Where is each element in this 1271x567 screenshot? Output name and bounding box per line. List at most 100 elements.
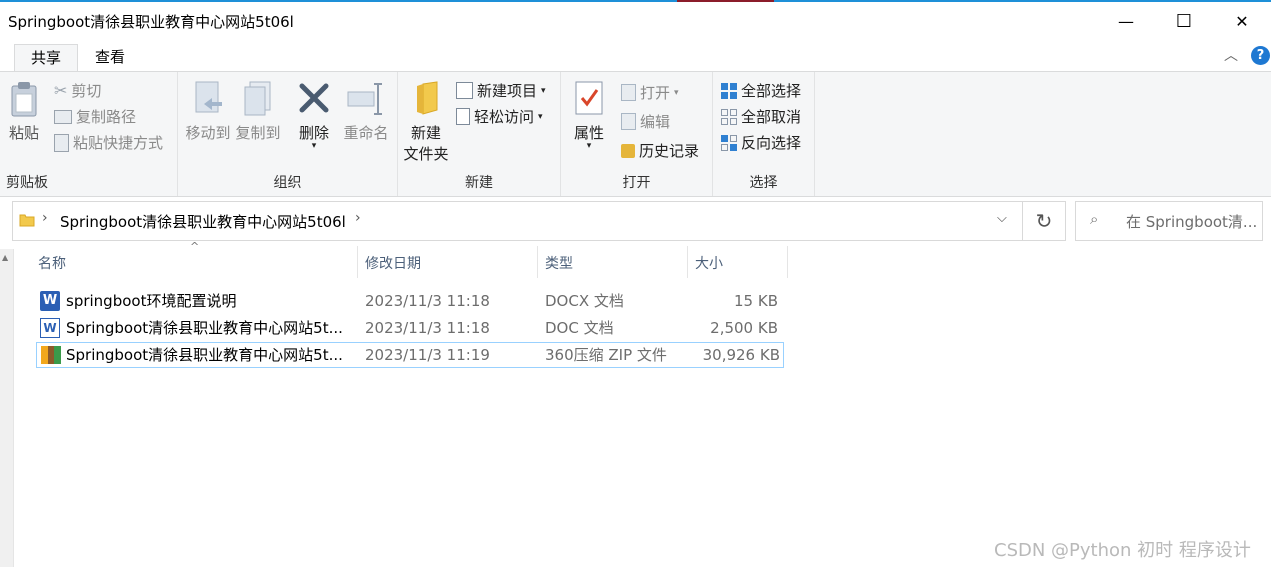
delete-button[interactable]: 删除 ▾ [292,80,336,151]
close-button[interactable]: ✕ [1219,6,1265,36]
easy-access-icon [456,108,470,125]
rename-button[interactable]: 重命名 [338,80,394,143]
edit-icon [621,113,636,130]
column-divider[interactable] [787,246,788,278]
ribbon-tabs: 共享 查看 ︿ ? [0,40,1271,72]
easy-access-label: 轻松访问 [474,108,535,126]
delete-x-icon [299,83,329,113]
copy-to-label: 复制到 [235,124,281,142]
copy-path-button[interactable]: 复制路径 [54,106,136,127]
select-all-label: 全部选择 [741,82,802,100]
window-top-border-right [774,0,1271,2]
move-to-button[interactable]: 移动到 [184,80,232,143]
paste-label: 粘贴 [8,124,39,142]
column-header-size[interactable]: 大小 [695,250,723,278]
organize-group-label: 组织 [273,175,302,191]
group-new: 新建 文件夹 新建项目 ▾ 轻松访问 ▾ 新建 [398,72,561,196]
copy-to-icon [244,81,271,116]
properties-dropdown-icon[interactable]: ▾ [569,142,609,151]
file-type: DOCX 文档 [545,292,624,310]
delete-dropdown-icon[interactable]: ▾ [292,142,336,151]
group-organize: 移动到 复制到 删除 ▾ 重命名 组织 [178,72,398,196]
sort-ascending-icon: ^ [190,240,200,253]
open-group-label: 打开 [622,175,651,191]
delete-label: 删除 [298,124,329,142]
watermark: CSDN @Python 初时 程序设计 [994,540,1251,561]
column-divider[interactable] [537,246,538,278]
file-modified: 2023/11/3 11:18 [365,292,490,310]
properties-button[interactable]: 属性 ▾ [569,80,609,151]
address-history-dropdown-icon[interactable]: ⌵ [997,211,1007,226]
paste-button[interactable]: 粘贴 [6,80,42,143]
title-bar: Springboot清徐县职业教育中心网站5t06l — ☐ ✕ [0,0,1271,40]
edit-button[interactable]: 编辑 [621,111,670,132]
copy-path-label: 复制路径 [76,108,137,126]
scroll-up-icon[interactable]: ▲ [2,253,8,262]
group-open: 属性 ▾ 打开 ▾ 编辑 历史记录 打开 [561,72,713,196]
column-header-modified[interactable]: 修改日期 [365,250,421,278]
paste-shortcut-label: 粘贴快捷方式 [73,134,164,152]
breadcrumb-chevron-icon[interactable]: › [42,210,48,226]
move-to-label: 移动到 [185,124,231,142]
file-row-selected[interactable]: Springboot清徐县职业教育中心网站5t... 2023/11/3 11:… [36,342,784,368]
minimize-button[interactable]: — [1103,6,1149,36]
select-none-icon [721,108,737,125]
file-row[interactable]: W springboot环境配置说明 2023/11/3 11:18 DOCX … [36,289,782,313]
select-none-label: 全部取消 [741,108,802,126]
new-item-dropdown-icon: ▾ [541,85,546,96]
word-doc-icon: W [40,318,60,338]
file-name: springboot环境配置说明 [66,292,237,310]
file-modified: 2023/11/3 11:19 [365,346,490,364]
clipboard-group-label: 剪贴板 [6,175,48,191]
cut-button[interactable]: ✂ 剪切 [54,80,101,101]
file-row[interactable]: W Springboot清徐县职业教育中心网站5t... 2023/11/3 1… [36,316,782,340]
new-folder-button[interactable]: 新建 文件夹 [402,80,450,164]
new-item-button[interactable]: 新建项目 ▾ [456,80,546,101]
new-group-label: 新建 [465,175,493,191]
breadcrumb-folder[interactable]: Springboot清徐县职业教育中心网站5t06l [60,211,346,232]
copy-to-button[interactable]: 复制到 [234,80,282,143]
rename-label: 重命名 [343,124,389,142]
column-divider[interactable] [357,246,358,278]
easy-access-button[interactable]: 轻松访问 ▾ [456,106,543,127]
window-title: Springboot清徐县职业教育中心网站5t06l [8,13,294,31]
ribbon: 粘贴 ✂ 剪切 复制路径 粘贴快捷方式 剪贴板 移动到 复制到 删除 ▾ 重命名… [0,71,1271,197]
column-header-type[interactable]: 类型 [545,250,573,278]
search-placeholder: 在 Springboot清... [1126,213,1258,231]
history-label: 历史记录 [639,142,700,160]
window-top-accent [677,0,774,2]
window-top-border [0,0,677,2]
select-all-icon [721,82,737,99]
column-header-name[interactable]: 名称 [38,250,66,278]
file-type: 360压缩 ZIP 文件 [545,346,667,364]
zip-archive-icon [40,345,62,372]
address-bar[interactable]: › Springboot清徐县职业教育中心网站5t06l › ⌵ [12,201,1023,241]
new-item-icon [456,82,473,99]
open-label: 打开 [640,84,671,102]
column-divider[interactable] [687,246,688,278]
file-name: Springboot清徐县职业教育中心网站5t... [66,346,343,364]
move-to-icon [195,81,222,113]
select-none-button[interactable]: 全部取消 [721,106,801,127]
tab-share[interactable]: 共享 [14,44,78,72]
file-name: Springboot清徐县职业教育中心网站5t... [66,319,343,337]
navigation-pane-edge[interactable]: ▲ [0,249,14,567]
breadcrumb-trailing-chevron-icon[interactable]: › [355,210,361,226]
select-all-button[interactable]: 全部选择 [721,80,801,101]
properties-check-icon [575,81,603,115]
tab-view[interactable]: 查看 [84,44,136,71]
help-icon[interactable]: ? [1251,46,1270,65]
invert-selection-label: 反向选择 [741,134,802,152]
new-folder-label-2: 文件夹 [403,145,449,163]
easy-access-dropdown-icon: ▾ [538,111,543,122]
history-button[interactable]: 历史记录 [621,140,699,161]
collapse-ribbon-icon[interactable]: ︿ [1224,45,1238,65]
paste-shortcut-button[interactable]: 粘贴快捷方式 [54,132,163,153]
maximize-button[interactable]: ☐ [1161,6,1207,36]
refresh-button[interactable]: ↻ [1022,201,1066,241]
open-button[interactable]: 打开 ▾ [621,82,679,103]
search-box[interactable]: ⌕ 在 Springboot清... [1075,201,1263,241]
open-dropdown-icon: ▾ [674,87,679,98]
invert-selection-button[interactable]: 反向选择 [721,132,801,153]
word-docx-icon: W [40,291,60,311]
